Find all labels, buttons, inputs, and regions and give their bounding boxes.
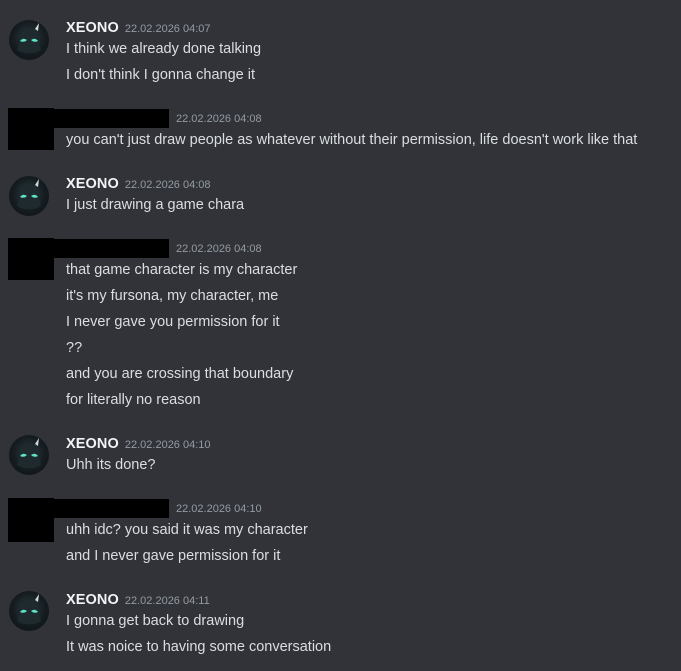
username[interactable]: XEONO	[66, 436, 119, 452]
redacted-avatar	[8, 238, 54, 280]
message-text: I gonna get back to drawing	[66, 613, 245, 629]
message-text: I don't think I gonna change it	[66, 67, 255, 83]
xeono-avatar-icon[interactable]	[9, 20, 49, 60]
message-text: and I never gave permission for it	[66, 548, 281, 564]
message-text: It was noice to having some conversation	[66, 639, 332, 655]
username[interactable]: XEONO	[66, 176, 119, 192]
message-text: ??	[66, 340, 83, 356]
message-timestamp: 22.02.2026 04:10	[124, 439, 211, 451]
message-timestamp: 22.02.2026 04:08	[124, 179, 211, 191]
message-timestamp: 22.02.2026 04:11	[124, 595, 210, 607]
message-timestamp: 22.02.2026 04:08	[176, 113, 262, 125]
message-text: Uhh its done?	[66, 457, 156, 473]
message-text: I never gave you permission for it	[66, 314, 280, 330]
message-text: I think we already done talking	[66, 41, 262, 57]
message-text: it's my fursona, my character, me	[66, 288, 279, 304]
redacted-username	[54, 499, 169, 518]
message-text: that game character is my character	[66, 262, 298, 278]
redacted-avatar	[8, 108, 54, 150]
redacted-username	[54, 239, 169, 258]
xeono-avatar-icon[interactable]	[9, 591, 49, 631]
message-text: for literally no reason	[66, 392, 201, 408]
message-timestamp: 22.02.2026 04:07	[124, 23, 211, 35]
message-text: uhh idc? you said it was my character	[66, 522, 308, 538]
username[interactable]: XEONO	[66, 592, 119, 608]
message-text: you can't just draw people as whatever w…	[66, 132, 638, 148]
redacted-avatar	[8, 498, 54, 542]
username[interactable]: XEONO	[66, 20, 119, 36]
xeono-avatar-icon[interactable]	[9, 176, 49, 216]
message-text: and you are crossing that boundary	[66, 366, 294, 382]
xeono-avatar-icon[interactable]	[9, 435, 49, 475]
message-timestamp: 22.02.2026 04:10	[176, 503, 262, 515]
message-text: I just drawing a game chara	[66, 197, 245, 213]
redacted-username	[54, 109, 169, 128]
message-timestamp: 22.02.2026 04:08	[176, 243, 262, 255]
